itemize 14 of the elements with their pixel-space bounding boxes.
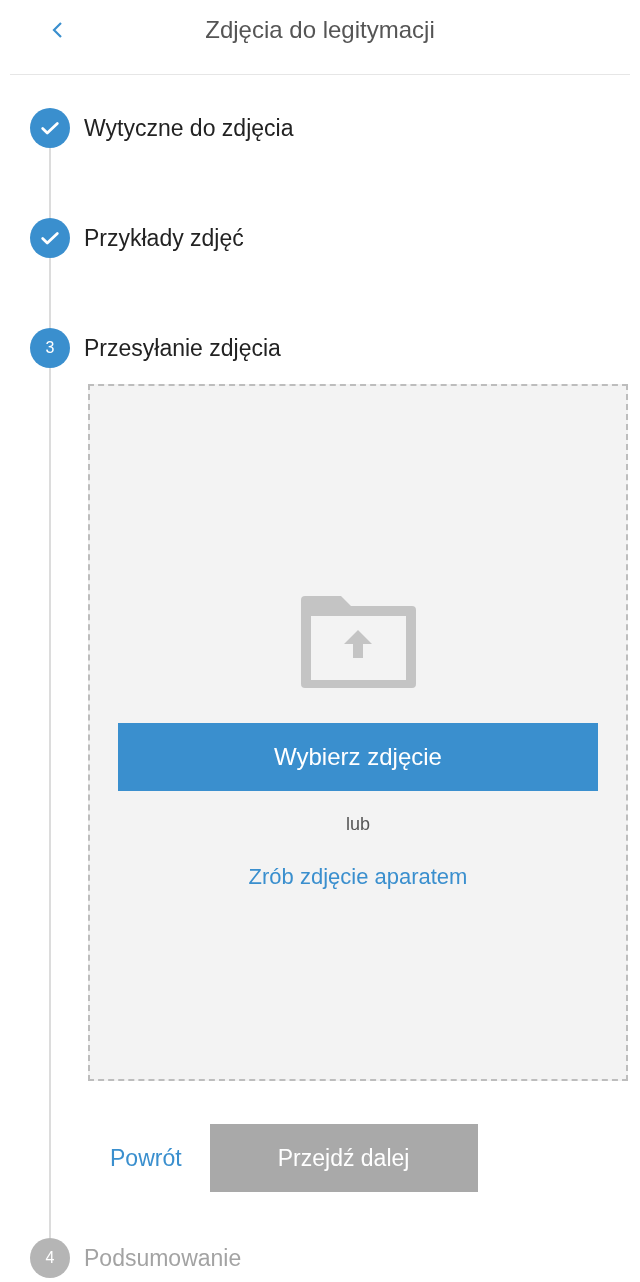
step-title: Podsumowanie [84,1243,242,1273]
take-photo-link[interactable]: Zrób zdjęcie aparatem [248,860,468,893]
or-label: lub [346,813,370,836]
step-number: 3 [30,328,70,368]
back-link[interactable]: Powrót [110,1140,182,1176]
choose-photo-button[interactable]: Wybierz zdjęcie [118,723,598,791]
step-number: 4 [30,1238,70,1278]
step-title: Przykłady zdjęć [84,223,244,253]
step-title: Przesyłanie zdjęcia [84,333,281,363]
page-title: Zdjęcia do legitymacji [205,15,435,45]
check-icon [30,108,70,148]
folder-upload-icon [300,596,416,688]
step-title: Wytyczne do zdjęcia [84,113,294,143]
check-icon [30,218,70,258]
